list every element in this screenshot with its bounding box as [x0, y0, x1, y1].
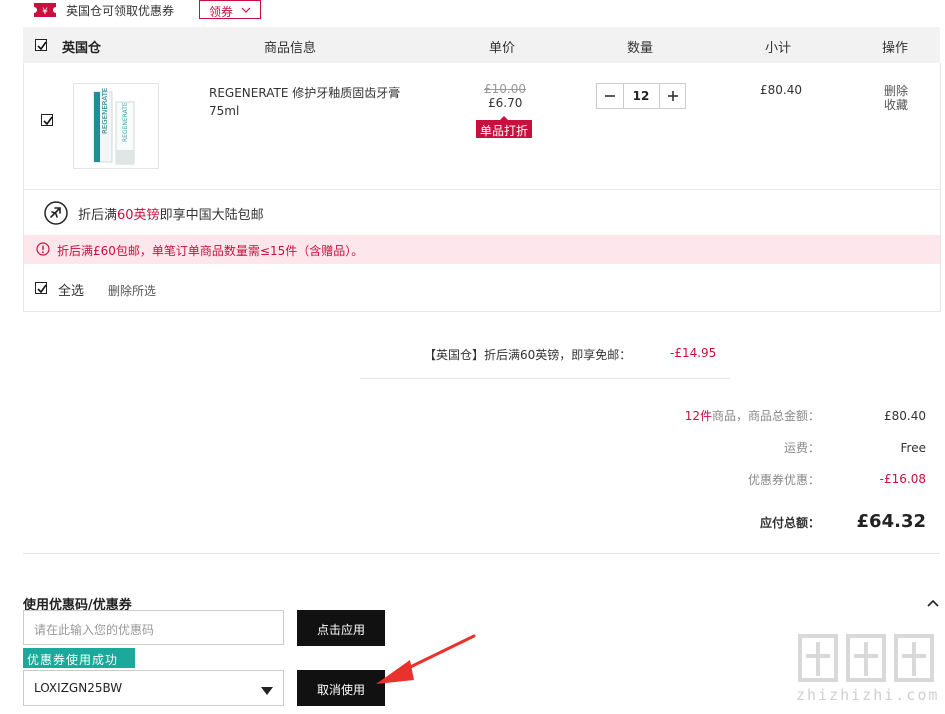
item-count: 12件: [684, 409, 712, 423]
col-subtotal: 小计: [765, 41, 792, 56]
coupon-code-placeholder: 请在此输入您的优惠码: [34, 623, 155, 637]
shipping-value: Free: [900, 441, 926, 455]
select-all-checkbox[interactable]: [35, 282, 47, 294]
coupon-bar-text: 英国仓可领取优惠券: [66, 4, 175, 18]
product-name[interactable]: REGENERATE 修护牙釉质固齿牙膏 75ml: [209, 84, 409, 120]
minus-icon: [605, 95, 615, 97]
goods-label: 商品，商品总金额：: [711, 409, 820, 423]
plus-icon: [668, 91, 678, 101]
goods-total-value: £80.40: [884, 409, 926, 423]
svg-text:¥: ¥: [42, 7, 48, 17]
payable-total-value: £64.32: [856, 511, 926, 532]
col-quantity: 数量: [627, 41, 654, 56]
favorite-item-link[interactable]: 收藏: [884, 96, 908, 113]
collapse-chevron-up-icon[interactable]: [926, 596, 940, 610]
shipping-label: 运费：: [783, 441, 820, 455]
quantity-increase-button[interactable]: [659, 84, 686, 108]
summary-divider: [23, 553, 940, 554]
warehouse-discount-value: -£14.95: [670, 346, 717, 360]
shipping-promo-text: 折后满60英镑即享中国大陆包邮: [78, 204, 264, 223]
goods-total-label: 12件商品，商品总金额：: [640, 407, 820, 424]
claim-coupon-button[interactable]: 领券: [199, 0, 261, 19]
airplane-icon: [44, 201, 68, 225]
payable-total-label: 应付总额：: [759, 516, 820, 530]
discount-badge-label: 单品打折: [480, 124, 529, 138]
col-product-info: 商品信息: [264, 41, 317, 56]
original-price: £10.00: [484, 82, 526, 96]
coupon-discount-label: 优惠券优惠：: [747, 473, 820, 487]
annotation-arrow: [370, 632, 480, 688]
claim-coupon-label: 领券: [209, 5, 234, 19]
coupon-select-value: LOXIZGN25BW: [34, 681, 123, 695]
discount-badge-arrow: [500, 116, 508, 120]
product-image[interactable]: REGENERATE REGENERATE: [73, 83, 159, 169]
svg-text:REGENERATE: REGENERATE: [101, 88, 109, 134]
shipping-promo-prefix: 折后满: [78, 208, 118, 223]
discount-divider: [360, 378, 730, 379]
col-unit-price: 单价: [489, 41, 516, 56]
chevron-down-icon: [241, 4, 251, 18]
quantity-input[interactable]: 12: [624, 89, 658, 103]
coupon-ticket-icon: ¥: [31, 0, 59, 18]
coupon-code-input[interactable]: 请在此输入您的优惠码: [23, 610, 284, 645]
col-actions: 操作: [882, 41, 909, 56]
warehouse-name: 英国仓: [62, 41, 102, 56]
coupon-success-badge: 优惠券使用成功: [23, 648, 135, 668]
quantity-decrease-button[interactable]: [597, 84, 624, 108]
item-checkbox[interactable]: [41, 114, 53, 126]
caret-down-icon: [261, 684, 273, 698]
coupon-success-label: 优惠券使用成功: [27, 653, 119, 667]
shipping-promo-suffix: 即享中国大陆包邮: [159, 208, 264, 223]
discount-badge: 单品打折: [476, 116, 532, 138]
cart-table-header: [23, 27, 940, 63]
watermark-site: zhizhizhi.com: [796, 686, 940, 704]
delete-selected-link[interactable]: 删除所选: [108, 282, 156, 299]
item-subtotal: £80.40: [760, 83, 802, 97]
warning-icon: [36, 242, 50, 256]
cart-box: [23, 63, 941, 312]
warehouse-checkbox[interactable]: [35, 39, 47, 51]
watermark-logo: [792, 628, 942, 688]
warehouse-discount-label: 【英国仓】折后满60英镑，即享免邮：: [424, 348, 632, 362]
coupon-select[interactable]: LOXIZGN25BW: [23, 670, 284, 706]
shipping-promo-amount: 60英镑: [117, 208, 160, 223]
unit-price: £6.70: [488, 96, 523, 110]
quantity-stepper: 12: [596, 83, 686, 109]
svg-text:REGENERATE: REGENERATE: [122, 102, 129, 142]
row-divider: [24, 189, 940, 190]
coupon-discount-value: -£16.08: [879, 472, 926, 486]
select-all-label[interactable]: 全选: [58, 280, 84, 299]
warning-text: 折后满£60包邮，单笔订单商品数量需≤15件（含赠品）。: [57, 244, 364, 258]
